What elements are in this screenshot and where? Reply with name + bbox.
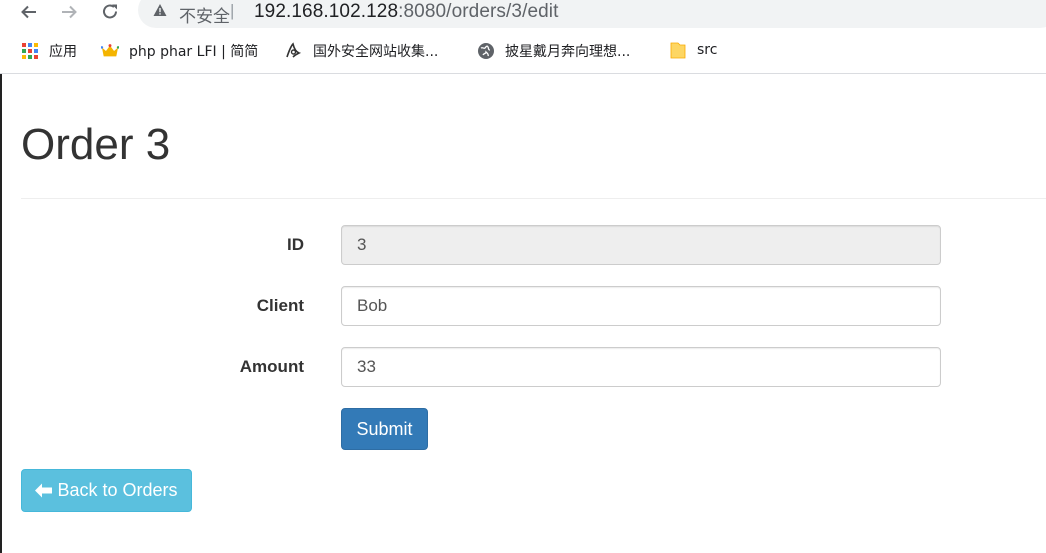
page-title: Order 3	[21, 120, 171, 169]
bookmark-src[interactable]: src	[669, 41, 717, 59]
arrow-right-icon	[62, 5, 77, 19]
submit-button[interactable]: Submit	[341, 408, 428, 450]
back-to-orders-label: Back to Orders	[57, 480, 178, 500]
reload-button[interactable]	[98, 0, 122, 24]
amount-label: Amount	[239, 357, 304, 376]
window-edge	[0, 74, 2, 553]
warning-triangle-icon[interactable]	[153, 3, 167, 22]
back-button[interactable]	[17, 0, 41, 24]
arrow-left-icon	[35, 483, 53, 498]
apps-grid-icon	[21, 42, 39, 60]
folder-icon	[669, 41, 687, 59]
id-label: ID	[287, 235, 304, 254]
bookmark-label: src	[697, 42, 718, 58]
site-logo-icon	[285, 42, 303, 60]
amount-field[interactable]	[341, 347, 941, 387]
title-divider	[21, 198, 1046, 199]
browser-toolbar: 不安全 | 192.168.102.128:8080/orders/3/edit	[0, 0, 1046, 30]
bookmark-blog[interactable]: 披星戴月奔向理想...	[477, 41, 630, 61]
bookmarks-bar: 应用 php phar LFI | 简简 国外安全网站收集... 披星戴月奔向理…	[0, 30, 1046, 74]
bookmark-label: 国外安全网站收集...	[313, 44, 439, 60]
client-label: Client	[256, 296, 304, 315]
reload-icon	[103, 4, 117, 19]
crown-icon	[101, 42, 119, 60]
bookmark-security-sites[interactable]: 国外安全网站收集...	[285, 41, 438, 61]
bookmark-label: 应用	[49, 44, 77, 60]
bookmark-label: 披星戴月奔向理想...	[505, 44, 631, 60]
url-text[interactable]: 192.168.102.128:8080/orders/3/edit	[254, 1, 558, 23]
url-host: 192.168.102.128	[254, 1, 399, 22]
address-separator: |	[230, 1, 235, 20]
back-to-orders-button[interactable]: Back to Orders	[21, 469, 192, 512]
bookmark-php-phar[interactable]: php phar LFI | 简简	[101, 41, 258, 61]
bookmark-apps[interactable]: 应用	[21, 41, 77, 61]
arrow-left-icon	[21, 5, 36, 19]
globe-icon	[477, 42, 495, 60]
bookmark-label: php phar LFI | 简简	[129, 44, 259, 60]
client-field[interactable]	[341, 286, 941, 326]
url-path: :8080/orders/3/edit	[398, 1, 559, 22]
forward-button[interactable]	[57, 0, 81, 24]
security-status-label[interactable]: 不安全	[179, 2, 230, 27]
id-field[interactable]	[341, 225, 941, 265]
